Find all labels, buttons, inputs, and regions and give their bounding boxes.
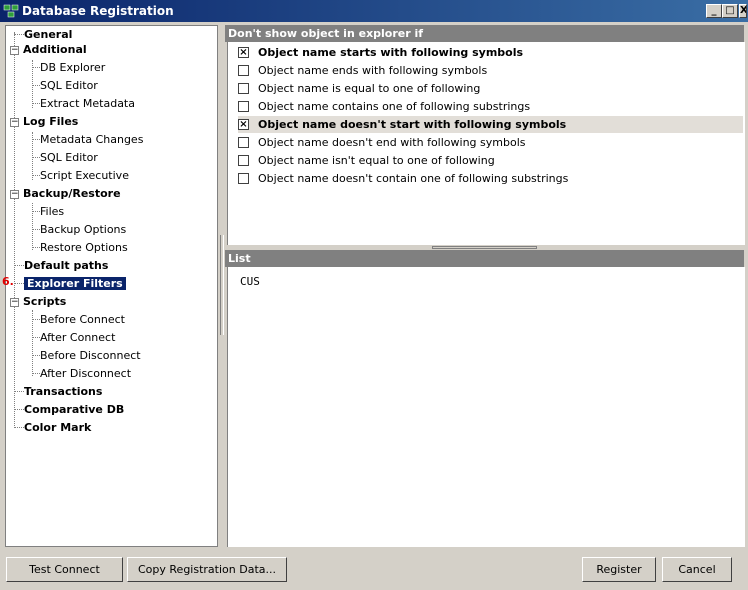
tree-item-log-sql-editor[interactable]: SQL Editor <box>32 150 98 166</box>
tree-item-label: Before Connect <box>40 313 125 326</box>
tree-item-transactions[interactable]: Transactions <box>6 384 102 400</box>
tree-item-label: Script Executive <box>40 169 129 182</box>
window-title: Database Registration <box>22 4 174 18</box>
tree-item-label: Extract Metadata <box>40 97 135 110</box>
close-button[interactable]: X <box>739 4 747 18</box>
tree-item-after-connect[interactable]: After Connect <box>32 330 115 346</box>
list-content: CUS <box>240 275 260 288</box>
filter-option-label: Object name ends with following symbols <box>258 64 488 77</box>
tree-item-comparative-db[interactable]: Comparative DB <box>6 402 124 418</box>
tree-item-before-disconnect[interactable]: Before Disconnect <box>32 348 141 364</box>
filter-option-label: Object name doesn't end with following s… <box>258 136 526 149</box>
filter-option[interactable]: × Object name starts with following symbo… <box>238 44 743 61</box>
filter-option-label: Object name doesn't start with following… <box>258 118 567 131</box>
checkbox-checked-icon[interactable]: × <box>238 47 249 58</box>
database-icon <box>3 4 19 18</box>
tree-item-color-mark[interactable]: Color Mark <box>6 420 91 436</box>
filter-option[interactable]: × Object name doesn't start with followin… <box>238 116 743 133</box>
collapse-icon[interactable]: − <box>10 118 19 127</box>
collapse-icon[interactable]: − <box>10 46 19 55</box>
checkbox-icon[interactable] <box>238 137 249 148</box>
tree-item-label: SQL Editor <box>40 79 98 92</box>
tree-item-label: General <box>24 28 73 41</box>
button-bar: Test Connect Copy Registration Data... R… <box>0 550 748 590</box>
tree-item-log-files[interactable]: Log Files <box>23 114 78 130</box>
tree-item-default-paths[interactable]: Default paths <box>6 258 108 274</box>
maximize-button[interactable]: □ <box>722 4 738 18</box>
filter-option-label: Object name contains one of following su… <box>258 100 531 113</box>
filters-header: Don't show object in explorer if <box>225 25 744 42</box>
tree-item-label: DB Explorer <box>40 61 106 74</box>
tree-item-label: Comparative DB <box>24 403 125 416</box>
tree-item-label: Files <box>40 205 65 218</box>
filter-options-panel: × Object name starts with following symbo… <box>227 42 745 245</box>
tree-item-label: Scripts <box>23 295 67 308</box>
filter-option-label: Object name starts with following symbol… <box>258 46 524 59</box>
tree-item-general[interactable]: General <box>6 27 72 43</box>
tree-item-db-explorer[interactable]: DB Explorer <box>32 60 105 76</box>
tree-item-label: Transactions <box>24 385 103 398</box>
tree-item-label: Default paths <box>24 259 109 272</box>
tree-item-metadata-changes[interactable]: Metadata Changes <box>32 132 143 148</box>
tree-item-additional[interactable]: Additional <box>23 42 87 58</box>
tree-item-label: Metadata Changes <box>40 133 144 146</box>
tree-item-label: Additional <box>23 43 87 56</box>
filter-option[interactable]: Object name doesn't contain one of follo… <box>238 170 743 187</box>
tree-item-label: Log Files <box>23 115 79 128</box>
list-header: List <box>225 250 744 267</box>
checkbox-icon[interactable] <box>238 65 249 76</box>
collapse-icon[interactable]: − <box>10 298 19 307</box>
tree-item-label: Backup Options <box>40 223 127 236</box>
tree-item-extract-metadata[interactable]: Extract Metadata <box>32 96 135 112</box>
tree-item-label: After Disconnect <box>40 367 132 380</box>
checkbox-icon[interactable] <box>238 155 249 166</box>
tree-item-after-disconnect[interactable]: After Disconnect <box>32 366 131 382</box>
test-connect-button[interactable]: Test Connect <box>6 557 123 582</box>
checkbox-icon[interactable] <box>238 101 249 112</box>
tree-item-before-connect[interactable]: Before Connect <box>32 312 125 328</box>
filter-option[interactable]: Object name isn't equal to one of follow… <box>238 152 743 169</box>
vertical-splitter[interactable] <box>220 235 224 335</box>
tree-item-explorer-filters[interactable]: Explorer Filters <box>6 276 126 292</box>
tree-item-label: SQL Editor <box>40 151 98 164</box>
filter-option-label: Object name isn't equal to one of follow… <box>258 154 495 167</box>
tree-item-files[interactable]: Files <box>32 204 64 220</box>
tree-item-restore-options[interactable]: Restore Options <box>32 240 128 256</box>
tree-item-label: Before Disconnect <box>40 349 141 362</box>
database-registration-window: Database Registration _ □ X General − Ad… <box>0 0 748 590</box>
step-marker: 6. <box>2 275 14 288</box>
title-bar[interactable]: Database Registration _ □ X <box>0 0 748 22</box>
tree-item-script-executive[interactable]: Script Executive <box>32 168 129 184</box>
list-textarea[interactable]: CUS <box>227 267 745 547</box>
filter-option-label: Object name doesn't contain one of follo… <box>258 172 569 185</box>
tree-item-backup-restore[interactable]: Backup/Restore <box>23 186 121 202</box>
tree-item-scripts[interactable]: Scripts <box>23 294 66 310</box>
minimize-button[interactable]: _ <box>706 4 722 18</box>
tree-item-label: Explorer Filters <box>24 277 126 290</box>
filter-option[interactable]: Object name ends with following symbols <box>238 62 743 79</box>
cancel-button[interactable]: Cancel <box>662 557 732 582</box>
tree-item-label: Backup/Restore <box>23 187 121 200</box>
filter-option[interactable]: Object name contains one of following su… <box>238 98 743 115</box>
filter-option[interactable]: Object name doesn't end with following s… <box>238 134 743 151</box>
tree-item-sql-editor[interactable]: SQL Editor <box>32 78 98 94</box>
tree-item-label: Color Mark <box>24 421 92 434</box>
copy-registration-button[interactable]: Copy Registration Data... <box>127 557 287 582</box>
settings-tree[interactable]: General − Additional DB Explorer SQL Edi… <box>5 25 218 547</box>
tree-item-backup-options[interactable]: Backup Options <box>32 222 126 238</box>
tree-item-label: Restore Options <box>40 241 128 254</box>
horizontal-splitter[interactable] <box>432 246 537 249</box>
tree-item-label: After Connect <box>40 331 116 344</box>
filter-option[interactable]: Object name is equal to one of following <box>238 80 743 97</box>
checkbox-checked-icon[interactable]: × <box>238 119 249 130</box>
checkbox-icon[interactable] <box>238 83 249 94</box>
checkbox-icon[interactable] <box>238 173 249 184</box>
register-button[interactable]: Register <box>582 557 656 582</box>
filter-option-label: Object name is equal to one of following <box>258 82 481 95</box>
collapse-icon[interactable]: − <box>10 190 19 199</box>
tree-line <box>14 32 15 428</box>
